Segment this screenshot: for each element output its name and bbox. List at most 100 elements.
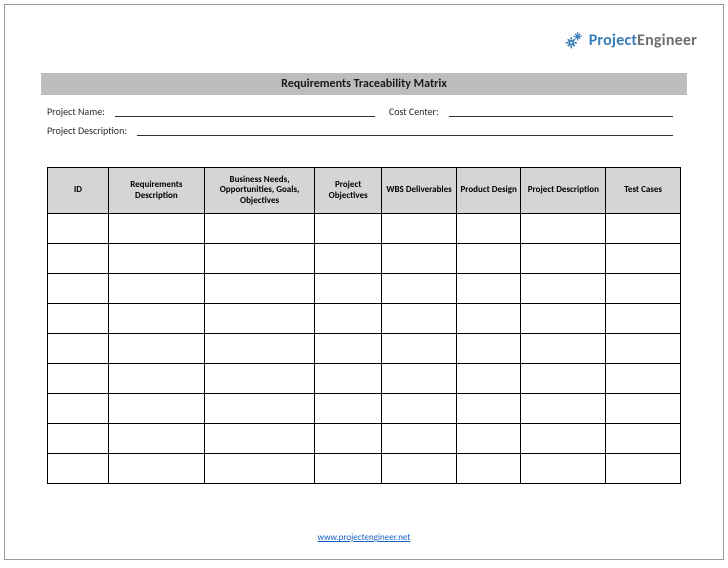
table-cell[interactable] bbox=[382, 364, 457, 394]
col-header-id: ID bbox=[48, 168, 109, 214]
table-cell[interactable] bbox=[606, 214, 681, 244]
table-row bbox=[48, 424, 681, 454]
table-cell[interactable] bbox=[456, 454, 521, 484]
table-cell[interactable] bbox=[456, 394, 521, 424]
table-cell[interactable] bbox=[606, 334, 681, 364]
col-header-project-description: Project Description bbox=[521, 168, 606, 214]
table-cell[interactable] bbox=[521, 274, 606, 304]
table-cell[interactable] bbox=[108, 394, 204, 424]
table-cell[interactable] bbox=[456, 334, 521, 364]
table-cell[interactable] bbox=[606, 304, 681, 334]
table-row bbox=[48, 214, 681, 244]
table-cell[interactable] bbox=[48, 304, 109, 334]
table-cell[interactable] bbox=[315, 304, 382, 334]
table-cell[interactable] bbox=[108, 214, 204, 244]
table-cell[interactable] bbox=[606, 424, 681, 454]
meta-row-1: Project Name: Cost Center: bbox=[47, 105, 681, 118]
page-title: Requirements Traceability Matrix bbox=[41, 73, 687, 95]
table-cell[interactable] bbox=[521, 394, 606, 424]
table-row bbox=[48, 334, 681, 364]
table-cell[interactable] bbox=[521, 424, 606, 454]
brand-text-part2: Engineer bbox=[637, 31, 697, 50]
table-cell[interactable] bbox=[315, 454, 382, 484]
table-cell[interactable] bbox=[48, 424, 109, 454]
table-cell[interactable] bbox=[108, 424, 204, 454]
col-header-test-cases: Test Cases bbox=[606, 168, 681, 214]
table-cell[interactable] bbox=[456, 244, 521, 274]
project-name-label: Project Name: bbox=[47, 105, 105, 118]
col-header-wbs-deliverables: WBS Deliverables bbox=[382, 168, 457, 214]
table-cell[interactable] bbox=[382, 424, 457, 454]
table-row bbox=[48, 304, 681, 334]
table-cell[interactable] bbox=[204, 364, 314, 394]
table-cell[interactable] bbox=[606, 274, 681, 304]
table-cell[interactable] bbox=[456, 274, 521, 304]
table-cell[interactable] bbox=[48, 454, 109, 484]
table-cell[interactable] bbox=[48, 394, 109, 424]
table-cell[interactable] bbox=[108, 334, 204, 364]
table-row bbox=[48, 364, 681, 394]
col-header-project-objectives: Project Objectives bbox=[315, 168, 382, 214]
table-cell[interactable] bbox=[48, 334, 109, 364]
table-cell[interactable] bbox=[382, 244, 457, 274]
table-cell[interactable] bbox=[108, 304, 204, 334]
table-cell[interactable] bbox=[521, 304, 606, 334]
table-cell[interactable] bbox=[606, 364, 681, 394]
table-cell[interactable] bbox=[315, 274, 382, 304]
table-cell[interactable] bbox=[315, 334, 382, 364]
table-cell[interactable] bbox=[204, 244, 314, 274]
table-cell[interactable] bbox=[382, 304, 457, 334]
gear-icon bbox=[563, 29, 585, 51]
table-cell[interactable] bbox=[108, 454, 204, 484]
table-cell[interactable] bbox=[521, 334, 606, 364]
table-cell[interactable] bbox=[315, 394, 382, 424]
table-cell[interactable] bbox=[456, 364, 521, 394]
brand-text-part1: Project bbox=[589, 31, 637, 50]
table-cell[interactable] bbox=[606, 454, 681, 484]
project-name-field[interactable] bbox=[115, 107, 375, 117]
footer: www.projectengineer.net bbox=[5, 532, 723, 543]
table-cell[interactable] bbox=[204, 304, 314, 334]
table-cell[interactable] bbox=[48, 274, 109, 304]
table-cell[interactable] bbox=[204, 214, 314, 244]
table-cell[interactable] bbox=[204, 394, 314, 424]
table-row bbox=[48, 274, 681, 304]
table-cell[interactable] bbox=[521, 244, 606, 274]
table-cell[interactable] bbox=[606, 394, 681, 424]
footer-link[interactable]: www.projectengineer.net bbox=[318, 532, 411, 543]
table-cell[interactable] bbox=[606, 244, 681, 274]
table-cell[interactable] bbox=[204, 334, 314, 364]
project-description-field[interactable] bbox=[137, 126, 673, 136]
table-cell[interactable] bbox=[521, 454, 606, 484]
table-cell[interactable] bbox=[456, 214, 521, 244]
table-cell[interactable] bbox=[521, 364, 606, 394]
col-header-requirements-description: Requirements Description bbox=[108, 168, 204, 214]
table-cell[interactable] bbox=[315, 214, 382, 244]
traceability-matrix-table: ID Requirements Description Business Nee… bbox=[47, 167, 681, 484]
table-cell[interactable] bbox=[521, 214, 606, 244]
cost-center-field[interactable] bbox=[449, 107, 673, 117]
table-cell[interactable] bbox=[204, 274, 314, 304]
table-cell[interactable] bbox=[382, 334, 457, 364]
table-cell[interactable] bbox=[382, 274, 457, 304]
table-cell[interactable] bbox=[204, 454, 314, 484]
table-cell[interactable] bbox=[108, 274, 204, 304]
table-cell[interactable] bbox=[456, 304, 521, 334]
table-cell[interactable] bbox=[456, 424, 521, 454]
table-cell[interactable] bbox=[204, 424, 314, 454]
table-cell[interactable] bbox=[315, 364, 382, 394]
table-cell[interactable] bbox=[48, 364, 109, 394]
table-cell[interactable] bbox=[315, 244, 382, 274]
table-cell[interactable] bbox=[108, 244, 204, 274]
table-cell[interactable] bbox=[108, 364, 204, 394]
table-cell[interactable] bbox=[48, 214, 109, 244]
table-cell[interactable] bbox=[382, 394, 457, 424]
table-cell[interactable] bbox=[382, 454, 457, 484]
brand-logo: ProjectEngineer bbox=[563, 29, 697, 51]
meta-row-2: Project Description: bbox=[47, 124, 681, 137]
table-row bbox=[48, 454, 681, 484]
table-cell[interactable] bbox=[382, 214, 457, 244]
table-row bbox=[48, 394, 681, 424]
table-cell[interactable] bbox=[315, 424, 382, 454]
table-cell[interactable] bbox=[48, 244, 109, 274]
